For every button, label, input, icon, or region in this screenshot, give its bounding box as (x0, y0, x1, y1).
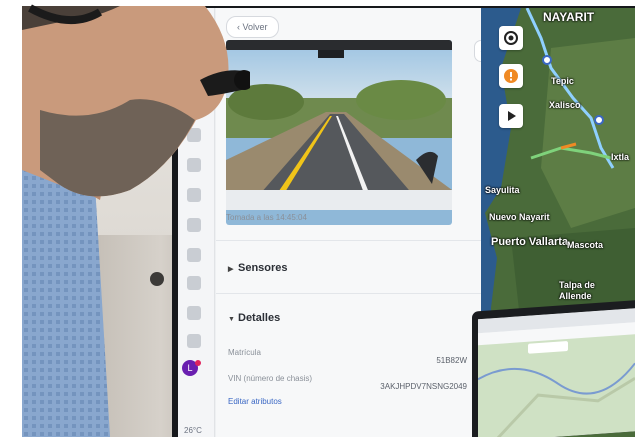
map-label-sayulita: Sayulita (485, 185, 520, 195)
laptop-screen (478, 308, 635, 437)
map-label-ixtlan: Ixtla (611, 152, 630, 162)
map-locate-button[interactable] (499, 26, 523, 50)
map-label-nayarit: NAYARIT (543, 10, 595, 24)
map-label-talpa: Talpa de Allende (559, 280, 595, 301)
divider (216, 240, 481, 241)
location-icon (504, 31, 518, 45)
map-label-mascota: Mascota (567, 240, 604, 250)
divider (216, 293, 481, 294)
photo-scene: L 26°C ‹ Volver Tomada a las 14:45:04 ▶ … (0, 0, 635, 437)
vin-value: 3AKJHPDV7NSNG2049 (380, 382, 467, 391)
foreground-laptop (472, 300, 635, 437)
play-icon (508, 111, 516, 121)
map-play-button[interactable] (499, 104, 523, 128)
dashcam-image[interactable] (226, 40, 452, 225)
map-alert-button[interactable] (499, 64, 523, 88)
map-label-xalisco: Xalisco (549, 100, 581, 110)
person-foreground (22, 4, 250, 437)
dashcam-road-view (226, 40, 452, 210)
map-label-nuevo-nayarit: Nuevo Nayarit (489, 212, 550, 222)
alert-icon (504, 69, 518, 83)
plate-value: 51B82W (436, 356, 467, 365)
laptop-map-view (478, 308, 635, 437)
vehicle-details-panel: ‹ Volver Tomada a las 14:45:04 ▶ Sensore… (216, 8, 511, 437)
map-label-puerto-vallarta: Puerto Vallarta (491, 236, 569, 248)
map-label-tepic: Tepic (551, 76, 574, 86)
